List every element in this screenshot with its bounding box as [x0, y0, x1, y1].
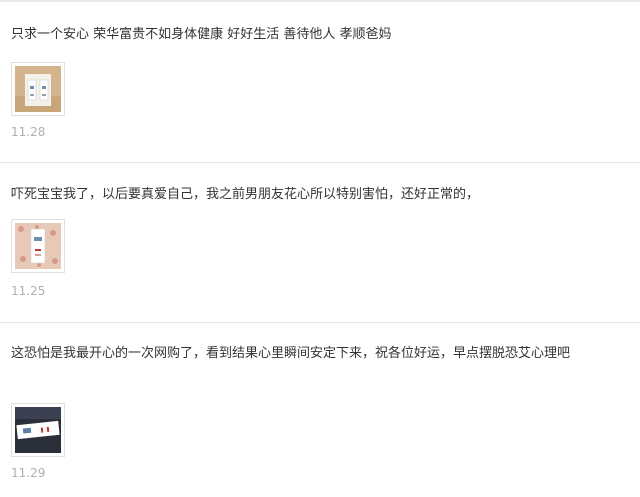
review-thumbnail[interactable] — [11, 403, 65, 457]
review-thumbnail[interactable] — [11, 62, 65, 116]
review-date: 11.29 — [11, 466, 46, 480]
review-text: 吓死宝宝我了，以后要真爱自己，我之前男朋友花心所以特别害怕，还好正常的， — [11, 187, 480, 202]
review-text: 这恐怕是我最开心的一次网购了，看到结果心里瞬间安定下来，祝各位好运，早点摆脱恐艾… — [11, 346, 571, 361]
review-item: 吓死宝宝我了，以后要真爱自己，我之前男朋友花心所以特别害怕，还好正常的， 11.… — [0, 163, 640, 323]
review-date: 11.25 — [11, 284, 46, 298]
review-date: 11.28 — [11, 125, 46, 139]
photo-test-strip-icon — [15, 66, 61, 112]
review-item: 这恐怕是我最开心的一次网购了，看到结果心里瞬间安定下来，祝各位好运，早点摆脱恐艾… — [0, 323, 640, 497]
photo-test-strip-icon — [15, 223, 61, 269]
review-thumbnail[interactable] — [11, 219, 65, 273]
photo-test-strip-icon — [15, 407, 61, 453]
review-text: 只求一个安心 荣华富贵不如身体健康 好好生活 善待他人 孝顺爸妈 — [11, 27, 392, 42]
review-item: 只求一个安心 荣华富贵不如身体健康 好好生活 善待他人 孝顺爸妈 11.28 — [0, 0, 640, 163]
